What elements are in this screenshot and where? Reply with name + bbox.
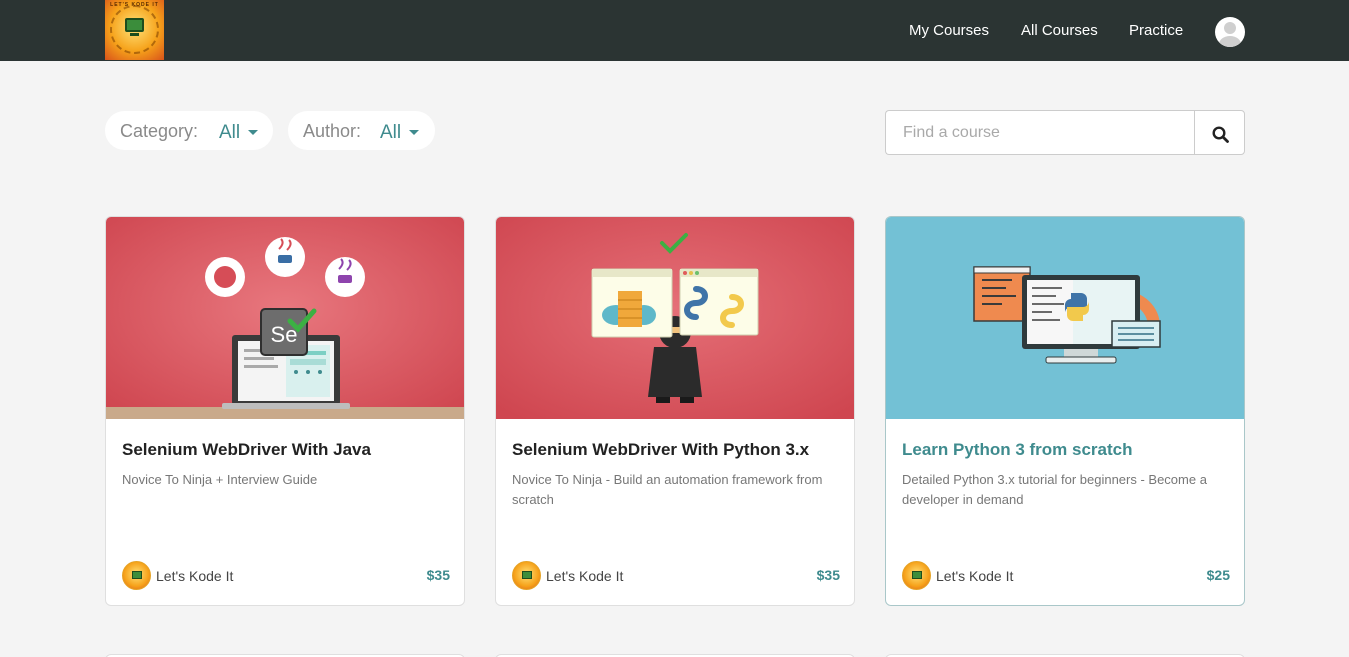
top-navbar: LET'S KODE IT My Courses All Courses Pra… — [0, 0, 1349, 61]
search-icon — [1212, 126, 1229, 143]
search-input[interactable] — [885, 110, 1195, 155]
author-name: Let's Kode It — [156, 568, 234, 584]
nav-my-courses[interactable]: My Courses — [909, 22, 989, 39]
author-avatar-icon — [912, 571, 922, 579]
logo-text: LET'S KODE IT — [110, 2, 159, 8]
course-price: $35 — [816, 567, 840, 583]
course-description: Detailed Python 3.x tutorial for beginne… — [902, 472, 1207, 507]
author-avatar — [122, 561, 151, 590]
course-title[interactable]: Selenium WebDriver With Java — [122, 440, 371, 460]
user-avatar-icon[interactable] — [1215, 17, 1245, 47]
author-caret-icon — [409, 130, 419, 135]
category-filter[interactable]: Category: All — [105, 111, 273, 150]
nav-all-courses[interactable]: All Courses — [1021, 22, 1098, 39]
course-price: $25 — [1206, 567, 1230, 583]
course-thumbnail[interactable]: Se — [106, 217, 464, 419]
logo-stand — [130, 33, 139, 36]
course-thumbnail[interactable] — [886, 217, 1244, 419]
course-description: Novice To Ninja + Interview Guide — [122, 472, 318, 487]
nav-practice[interactable]: Practice — [1129, 22, 1183, 39]
author-value[interactable]: All — [380, 122, 401, 144]
course-title[interactable]: Learn Python 3 from scratch — [902, 440, 1133, 460]
course-card[interactable]: Selenium WebDriver With Python 3.x Novic… — [495, 216, 855, 606]
author-avatar-icon — [522, 571, 532, 579]
course-card[interactable]: Se Selenium WebDriver With Java Novice T… — [105, 216, 465, 606]
course-description: Novice To Ninja - Build an automation fr… — [512, 472, 823, 507]
author-name: Let's Kode It — [936, 568, 1014, 584]
author-avatar-icon — [132, 571, 142, 579]
course-title[interactable]: Selenium WebDriver With Python 3.x — [512, 440, 809, 460]
logo-computer-icon — [125, 18, 144, 32]
author-filter[interactable]: Author: All — [288, 111, 435, 150]
author-avatar — [512, 561, 541, 590]
avatar-head — [1224, 22, 1236, 34]
course-thumbnail[interactable] — [496, 217, 854, 419]
author-label: Author: — [303, 121, 362, 141]
avatar-body — [1219, 36, 1241, 47]
author-avatar — [902, 561, 931, 590]
category-caret-icon — [248, 130, 258, 135]
search-button[interactable] — [1194, 110, 1245, 155]
site-logo[interactable]: LET'S KODE IT — [105, 0, 164, 60]
category-value[interactable]: All — [219, 122, 240, 144]
course-card[interactable]: Learn Python 3 from scratch Detailed Pyt… — [885, 216, 1245, 606]
course-price: $35 — [426, 567, 450, 583]
author-name: Let's Kode It — [546, 568, 624, 584]
category-label: Category: — [120, 121, 199, 141]
